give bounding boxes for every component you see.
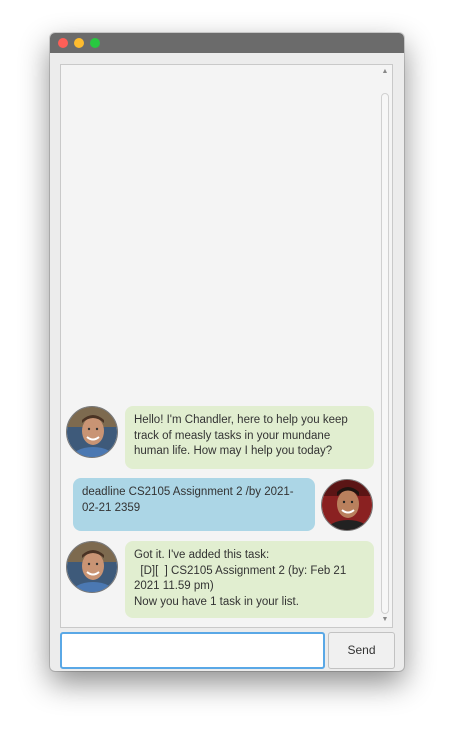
app-window: ▲ ▼ Hello! I'm Chandler, here to help yo… bbox=[50, 33, 404, 671]
send-button[interactable]: Send bbox=[328, 632, 395, 669]
dialog-scroll-pane[interactable]: ▲ ▼ Hello! I'm Chandler, here to help yo… bbox=[60, 64, 393, 628]
scroll-down-arrow-icon[interactable]: ▼ bbox=[380, 615, 390, 625]
duke-message-bubble: Hello! I'm Chandler, here to help you ke… bbox=[125, 406, 374, 469]
user-message-bubble: deadline CS2105 Assignment 2 /by 2021-02… bbox=[73, 478, 315, 531]
vertical-scrollbar[interactable]: ▲ ▼ bbox=[380, 67, 390, 625]
user-input-field[interactable] bbox=[60, 632, 325, 669]
chandler-avatar bbox=[66, 406, 118, 458]
scroll-up-arrow-icon[interactable]: ▲ bbox=[380, 67, 390, 77]
joey-avatar bbox=[321, 479, 373, 531]
minimize-window-button[interactable] bbox=[74, 38, 84, 48]
scrollbar-thumb[interactable] bbox=[381, 93, 389, 614]
chandler-avatar bbox=[66, 541, 118, 593]
duke-message-bubble: Got it. I've added this task: [D][ ] CS2… bbox=[125, 541, 374, 618]
zoom-window-button[interactable] bbox=[90, 38, 100, 48]
close-window-button[interactable] bbox=[58, 38, 68, 48]
title-bar bbox=[50, 33, 404, 53]
